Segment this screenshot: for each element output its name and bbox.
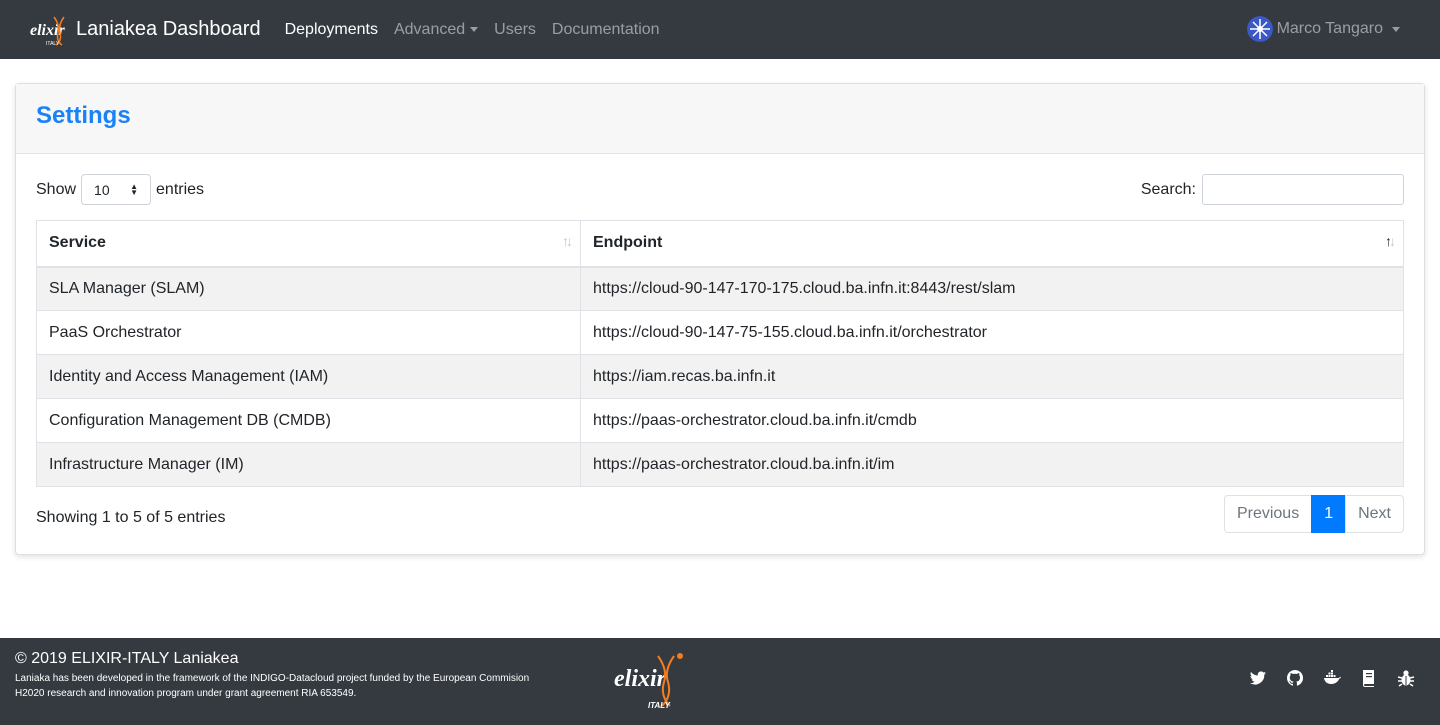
entries-length-control: Show 10 ▲ ▼ entries xyxy=(36,174,204,205)
cell-service: Identity and Access Management (IAM) xyxy=(36,354,581,399)
cell-service: Infrastructure Manager (IM) xyxy=(36,442,581,487)
pagination: Previous 1 Next xyxy=(1223,495,1404,533)
avatar xyxy=(1246,16,1273,42)
column-header-endpoint-label: Endpoint xyxy=(593,234,663,252)
table-row: PaaS Orchestrator https://cloud-90-147-7… xyxy=(36,310,1404,355)
cell-endpoint: https://cloud-90-147-170-175.cloud.ba.in… xyxy=(580,266,1404,311)
column-header-service-label: Service xyxy=(49,234,106,252)
settings-table: Service ↑↓ Endpoint ↑↓ SLA Manager (SLAM… xyxy=(36,220,1404,487)
page-1-button[interactable]: 1 xyxy=(1311,495,1347,533)
svg-text:ITALY: ITALY xyxy=(46,41,60,47)
nav-advanced[interactable]: Advanced xyxy=(393,20,479,39)
brand-title: Laniakea Dashboard xyxy=(76,18,261,40)
elixir-italy-logo-icon: elixir ITALY xyxy=(614,653,683,710)
cell-service: Configuration Management DB (CMDB) xyxy=(36,398,581,443)
cell-service: SLA Manager (SLAM) xyxy=(36,266,581,311)
page-title: Settings xyxy=(36,102,131,129)
user-menu[interactable]: Marco Tangaro xyxy=(1246,16,1400,42)
cell-endpoint: https://cloud-90-147-75-155.cloud.ba.inf… xyxy=(580,310,1404,355)
elixir-logo-icon: elixir ITALY xyxy=(30,16,65,47)
brand[interactable]: elixir ITALY Laniakea Dashboard xyxy=(28,13,261,47)
nav-advanced-label: Advanced xyxy=(393,20,466,38)
github-icon[interactable] xyxy=(1285,668,1305,688)
footer-text-line-1: Laniaka has been developed in the framew… xyxy=(15,673,530,684)
navbar: elixir ITALY Laniakea Dashboard Deployme… xyxy=(0,0,1440,59)
nav-users[interactable]: Users xyxy=(494,21,536,39)
table-row: Infrastructure Manager (IM) https://paas… xyxy=(36,442,1404,487)
cell-endpoint: https://iam.recas.ba.infn.it xyxy=(580,354,1404,399)
main-nav: Deployments Advanced Users Documentation xyxy=(285,21,676,39)
twitter-icon[interactable] xyxy=(1248,668,1268,688)
svg-text:elixir: elixir xyxy=(614,666,667,692)
cell-endpoint: https://paas-orchestrator.cloud.ba.infn.… xyxy=(580,398,1404,443)
footer-text-line-2: H2020 research and innovation program un… xyxy=(15,688,357,699)
cell-service: PaaS Orchestrator xyxy=(36,310,581,355)
table-row: Configuration Management DB (CMDB) https… xyxy=(36,398,1404,443)
previous-button[interactable]: Previous xyxy=(1223,495,1313,533)
book-icon[interactable] xyxy=(1359,668,1379,688)
search-control: Search: xyxy=(1141,174,1404,205)
caret-down-icon xyxy=(470,27,479,32)
next-button[interactable]: Next xyxy=(1345,495,1404,533)
footer-title: © 2019 ELIXIR-ITALY Laniakea xyxy=(15,650,239,667)
footer-icons xyxy=(1231,668,1416,688)
footer-text: Laniaka has been developed in the framew… xyxy=(15,671,595,701)
table-info: Showing 1 to 5 of 5 entries xyxy=(36,509,226,526)
sort-ascending-icon: ↑↓ xyxy=(1385,233,1396,249)
table-row: SLA Manager (SLAM) https://cloud-90-147-… xyxy=(36,266,1404,311)
search-label: Search: xyxy=(1140,180,1196,198)
nav-documentation[interactable]: Documentation xyxy=(552,21,660,39)
cell-endpoint: https://paas-orchestrator.cloud.ba.infn.… xyxy=(580,442,1404,487)
column-header-service[interactable]: Service ↑↓ xyxy=(36,220,581,268)
caret-down-icon xyxy=(1392,26,1400,32)
card-header: Settings xyxy=(16,84,1424,154)
entries-label: entries xyxy=(156,180,205,198)
settings-card: Settings Show 10 ▲ ▼ entries Search: Serv… xyxy=(15,83,1425,555)
column-header-endpoint[interactable]: Endpoint ↑↓ xyxy=(580,220,1404,268)
select-arrows-icon: ▲ ▼ xyxy=(130,182,139,197)
footer: © 2019 ELIXIR-ITALY Laniakea Laniaka has… xyxy=(0,638,1440,725)
docker-icon[interactable] xyxy=(1322,668,1342,688)
entries-select[interactable]: 10 ▲ ▼ xyxy=(81,174,152,205)
svg-text:ITALY: ITALY xyxy=(648,701,671,710)
nav-deployments[interactable]: Deployments xyxy=(285,21,378,39)
search-input[interactable] xyxy=(1202,174,1404,205)
sort-both-icon: ↑↓ xyxy=(562,233,573,249)
table-header-row: Service ↑↓ Endpoint ↑↓ xyxy=(36,220,1404,268)
table-row: Identity and Access Management (IAM) htt… xyxy=(36,354,1404,399)
user-name: Marco Tangaro xyxy=(1276,20,1383,37)
entries-select-value: 10 xyxy=(94,181,110,198)
show-label: Show xyxy=(36,180,77,198)
bug-icon[interactable] xyxy=(1396,668,1416,688)
